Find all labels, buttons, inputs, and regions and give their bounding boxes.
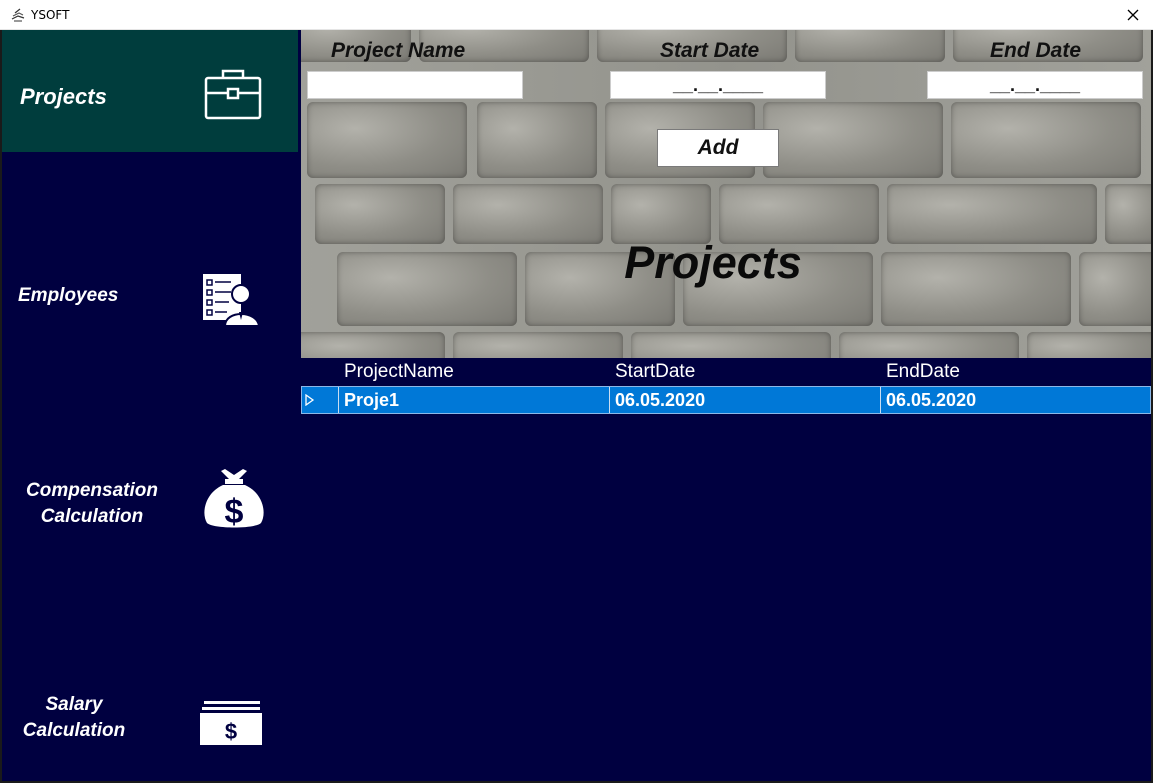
app-logo-icon: [10, 7, 26, 23]
sidebar-item-projects[interactable]: Projects: [2, 30, 298, 152]
title-bar: YSOFT: [0, 0, 1153, 30]
sidebar-item-employees[interactable]: Employees: [2, 152, 298, 348]
sidebar-item-label: Employees: [18, 285, 119, 306]
stone-brick: [315, 184, 445, 244]
stone-brick: [839, 332, 1019, 358]
sidebar-item-label-line2: Calculation: [22, 720, 126, 741]
table-row[interactable]: Proje1 06.05.2020 06.05.2020: [301, 386, 1151, 414]
sidebar-item-salary-calculation[interactable]: Salary Calculation $: [2, 544, 298, 781]
svg-text:$: $: [225, 719, 237, 744]
cell-project-name[interactable]: Proje1: [338, 387, 609, 413]
end-date-label: End Date: [990, 39, 1082, 62]
cell-end-date[interactable]: 06.05.2020: [880, 387, 1150, 413]
projects-form-panel: Project Name Start Date __.__.____ End D…: [301, 30, 1151, 358]
column-header-project-name[interactable]: ProjectName: [344, 361, 454, 383]
stone-brick: [453, 184, 603, 244]
sidebar-item-label-line1: Salary: [45, 694, 103, 715]
money-bag-icon: $: [199, 467, 269, 536]
stone-brick: [887, 184, 1097, 244]
projects-grid: ProjectName StartDate EndDate Proje1 06.…: [301, 358, 1151, 781]
end-date-input[interactable]: __.__.____: [927, 71, 1143, 99]
close-button[interactable]: [1113, 0, 1153, 30]
sidebar-item-label-line1: Compensation: [26, 480, 158, 501]
sidebar-item-label: Projects: [20, 84, 107, 109]
stone-brick: [611, 184, 711, 244]
page-title: Projects: [624, 237, 802, 288]
start-date-input[interactable]: __.__.____: [610, 71, 826, 99]
stone-brick: [301, 332, 445, 358]
grid-header: ProjectName StartDate EndDate: [301, 358, 1151, 386]
stone-brick: [477, 102, 597, 178]
stone-brick: [307, 102, 467, 178]
project-name-input[interactable]: [307, 71, 523, 99]
stone-brick: [951, 102, 1141, 178]
project-name-label: Project Name: [331, 39, 466, 62]
stone-brick: [763, 102, 943, 178]
sidebar-item-label-line2: Calculation: [40, 506, 144, 527]
employee-checklist-icon: [201, 272, 261, 333]
window-title: YSOFT: [31, 8, 70, 22]
stone-brick: [1105, 184, 1151, 244]
stone-brick: [453, 332, 623, 358]
stone-brick: [795, 30, 945, 62]
sidebar: Projects Employees Compensation Calculat…: [2, 30, 298, 781]
cash-stack-icon: $: [198, 699, 264, 752]
column-header-end-date[interactable]: EndDate: [886, 361, 960, 383]
svg-text:$: $: [225, 493, 244, 531]
close-icon: [1127, 9, 1139, 21]
sidebar-item-compensation-calculation[interactable]: Compensation Calculation $: [2, 348, 298, 544]
row-selector-arrow-icon[interactable]: [302, 387, 338, 413]
stone-brick: [1027, 332, 1151, 358]
column-header-start-date[interactable]: StartDate: [615, 361, 695, 383]
add-button[interactable]: Add: [657, 129, 779, 167]
cell-start-date[interactable]: 06.05.2020: [609, 387, 880, 413]
stone-brick: [719, 184, 879, 244]
stone-brick: [631, 332, 831, 358]
briefcase-icon: [204, 68, 262, 125]
start-date-label: Start Date: [660, 39, 760, 62]
